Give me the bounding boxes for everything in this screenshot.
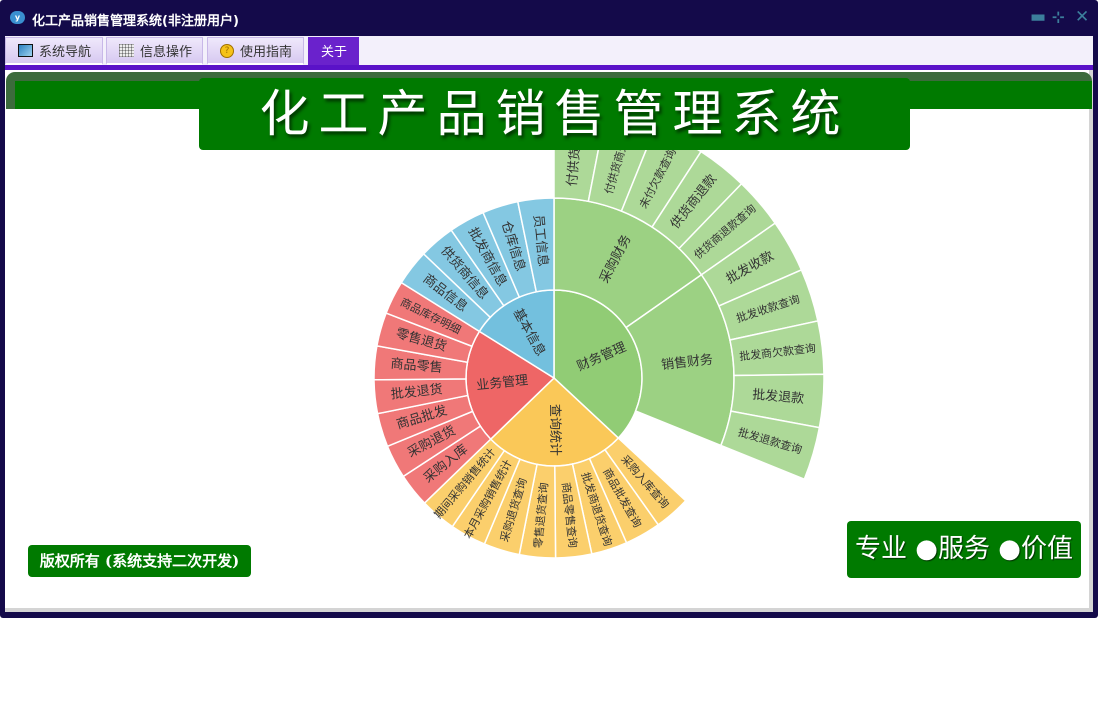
copyright-badge: 版权所有 (系统支持二次开发) [28,545,251,577]
sunburst-root-label: 查询统计 [547,404,562,456]
app-window: y 化工产品销售管理系统(非注册用户) ▬ ⊹ ✕ 系统导航 信息操作 ? 使用指… [0,0,1098,618]
slogan-badge: 专业 ●服务 ●价值 [847,521,1081,578]
banner-title: 化工产品销售管理系统 [199,78,910,150]
